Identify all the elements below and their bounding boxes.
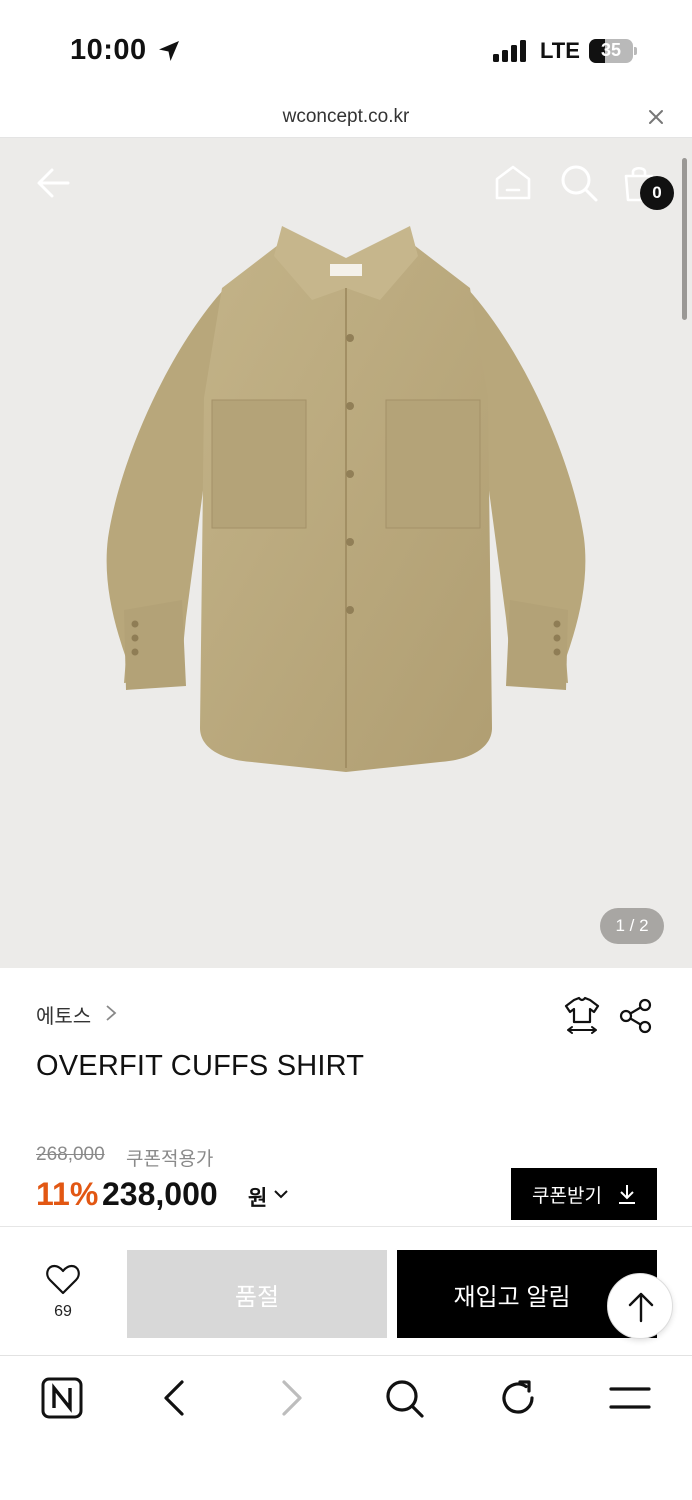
share-icon[interactable] <box>618 998 654 1034</box>
url-text[interactable]: wconcept.co.kr <box>0 106 692 128</box>
status-time: 10:00 <box>70 34 147 66</box>
soldout-button[interactable]: 품절 <box>127 1250 387 1338</box>
get-coupon-button[interactable]: 쿠폰받기 <box>511 1168 657 1220</box>
arrow-up-icon <box>628 1292 654 1323</box>
browser-url-bar: wconcept.co.kr <box>0 100 692 138</box>
heart-icon <box>46 1264 80 1295</box>
network-type: LTE <box>540 38 580 63</box>
coupon-price-note: 쿠폰적용가 <box>126 1149 214 1170</box>
brand-link[interactable]: 에토스 <box>36 1000 91 1029</box>
browser-toolbar <box>0 1355 692 1500</box>
like-count: 69 <box>54 1303 72 1320</box>
product-image <box>106 226 586 772</box>
naver-home-icon[interactable] <box>40 1376 84 1420</box>
chevron-down-icon[interactable] <box>272 1186 290 1202</box>
original-price: 268,000 <box>36 1144 105 1165</box>
get-coupon-label: 쿠폰받기 <box>532 1185 602 1207</box>
product-name: OVERFIT CUFFS SHIRT <box>36 1050 365 1082</box>
image-counter: 1 / 2 <box>600 908 664 944</box>
scroll-to-top-button[interactable] <box>607 1273 673 1339</box>
like-button[interactable]: 69 <box>30 1262 96 1326</box>
refresh-icon[interactable] <box>496 1376 540 1420</box>
cart-count-badge: 0 <box>640 176 674 210</box>
currency-unit: 원 <box>248 1187 268 1210</box>
cellular-signal-icon <box>493 40 526 62</box>
browser-search-icon[interactable] <box>382 1376 426 1420</box>
size-guide-icon[interactable] <box>562 996 602 1036</box>
status-bar: 10:00 LTE 35 <box>0 0 692 100</box>
browser-back-icon[interactable] <box>154 1376 198 1420</box>
home-icon[interactable] <box>492 162 534 204</box>
chevron-right-icon <box>106 1005 117 1021</box>
product-image-gallery[interactable] <box>0 138 692 968</box>
browser-forward-icon <box>282 1380 302 1416</box>
location-arrow-icon <box>159 41 179 61</box>
sale-price[interactable]: 238,000 <box>102 1176 218 1213</box>
close-icon[interactable] <box>646 107 666 127</box>
discount-rate: 11% <box>36 1176 99 1212</box>
scrollbar[interactable] <box>682 158 687 320</box>
battery-icon: 35 <box>589 39 637 63</box>
menu-icon[interactable] <box>608 1376 652 1420</box>
download-icon <box>618 1185 635 1204</box>
back-arrow-icon[interactable] <box>32 162 74 204</box>
divider <box>0 1226 692 1227</box>
search-icon[interactable] <box>558 162 600 204</box>
battery-level: 35 <box>600 40 622 60</box>
